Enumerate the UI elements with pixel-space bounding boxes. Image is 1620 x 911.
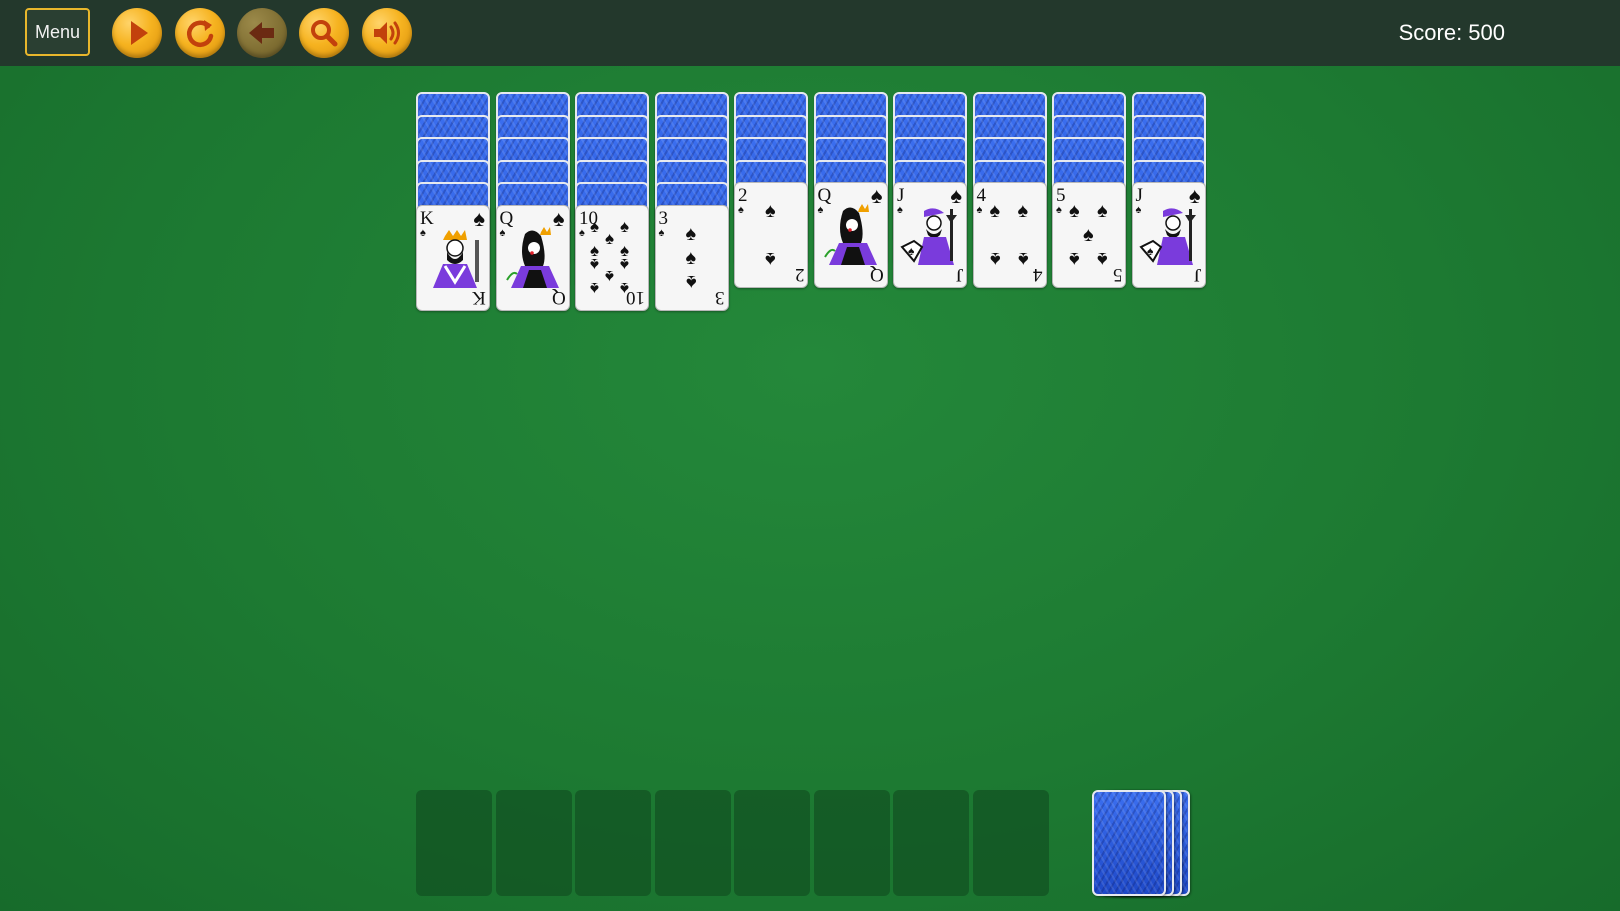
card-rank-bottom: 2 bbox=[794, 264, 805, 285]
spade-pip-icon: ♠ bbox=[605, 266, 615, 286]
queen-figure-icon bbox=[823, 204, 877, 265]
spade-pip-icon: ♠ bbox=[590, 254, 600, 274]
queen-figure-icon bbox=[505, 226, 559, 288]
score-display: Score: 500 bbox=[1398, 20, 1505, 45]
svg-text:♠: ♠ bbox=[908, 244, 915, 258]
top-toolbar: Menu Score: 500 bbox=[0, 0, 1620, 66]
play-button[interactable] bbox=[112, 8, 162, 58]
spade-pip-icon: ♠ bbox=[685, 270, 697, 293]
spade-pip-icon: ♠ bbox=[1097, 200, 1108, 222]
restart-icon bbox=[186, 20, 214, 47]
card-Q-spades[interactable]: Q ♠ Q ♠ bbox=[813, 182, 888, 288]
spade-pip-icon: ♠ bbox=[765, 248, 776, 270]
spade-pip-icon: ♠ bbox=[605, 228, 615, 248]
card-K-spades[interactable]: K ♠ K ♠ bbox=[416, 204, 490, 311]
spade-pip-icon: ♠ bbox=[685, 246, 697, 269]
foundation-slot bbox=[893, 790, 969, 896]
spade-pip-icon: ♠ bbox=[620, 216, 630, 236]
hint-button[interactable] bbox=[299, 8, 349, 58]
restart-button[interactable] bbox=[175, 8, 225, 58]
card-Q-spades[interactable]: Q ♠ Q ♠ bbox=[495, 204, 570, 311]
spade-pip-icon: ♠ bbox=[685, 222, 697, 245]
suit-small-icon: ♠ bbox=[976, 204, 983, 216]
play-icon bbox=[131, 21, 148, 45]
suit-small-icon: ♠ bbox=[1056, 204, 1062, 216]
spade-pip-icon: ♠ bbox=[1069, 200, 1080, 222]
undo-arrow-icon bbox=[249, 22, 274, 44]
foundation-slot bbox=[575, 790, 651, 896]
sound-button[interactable] bbox=[362, 8, 412, 58]
foundation-slot bbox=[734, 790, 810, 896]
spade-pip-icon: ♠ bbox=[989, 248, 1001, 270]
foundation-slot bbox=[416, 790, 492, 896]
foundation-slot bbox=[495, 790, 572, 896]
speaker-icon bbox=[374, 21, 400, 45]
spade-pip-icon: ♠ bbox=[989, 200, 1001, 222]
spade-pip-icon: ♠ bbox=[620, 254, 630, 274]
magnifier-icon bbox=[311, 20, 338, 47]
suit-small-icon: ♠ bbox=[658, 226, 665, 239]
menu-button[interactable]: Menu bbox=[25, 8, 90, 56]
spade-pip-icon: ♠ bbox=[590, 278, 600, 298]
spade-pip-icon: ♠ bbox=[1017, 248, 1029, 270]
card-rank-bottom: 5 bbox=[1112, 264, 1123, 285]
card-5-spades[interactable]: 5 ♠ 5 ♠ ♠ ♠ ♠ ♠ bbox=[1052, 182, 1126, 288]
card-3-spades[interactable]: 3 ♠ 3 ♠ ♠ ♠ bbox=[654, 204, 729, 311]
spade-pip-icon: ♠ bbox=[1017, 200, 1029, 222]
spade-pip-icon: ♠ bbox=[590, 216, 600, 236]
card-rank-bottom: 4 bbox=[1033, 264, 1043, 285]
undo-button[interactable] bbox=[237, 8, 287, 58]
foundation-slot bbox=[972, 790, 1049, 896]
foundation-slot bbox=[654, 790, 731, 896]
suit-small-icon: ♠ bbox=[738, 204, 744, 216]
jack-figure-icon: ♠ bbox=[1138, 208, 1196, 265]
spade-pip-icon: ♠ bbox=[1069, 248, 1080, 270]
card-2-spades[interactable]: 2 ♠ 2 ♠ ♠ bbox=[734, 182, 808, 288]
spade-pip-icon: ♠ bbox=[1083, 224, 1094, 246]
card-rank-bottom: 3 bbox=[715, 286, 725, 308]
card-J-spades[interactable]: J ♠ J ♠ ♠ bbox=[893, 182, 967, 288]
spade-pip-icon: ♠ bbox=[1097, 248, 1108, 270]
svg-text:♠: ♠ bbox=[1147, 244, 1154, 258]
spade-pip-icon: ♠ bbox=[765, 200, 776, 222]
spade-pip-icon: ♠ bbox=[620, 278, 630, 298]
jack-figure-icon: ♠ bbox=[900, 208, 957, 265]
king-figure-icon bbox=[433, 229, 479, 288]
stock-card[interactable] bbox=[1092, 790, 1166, 896]
foundation-slot bbox=[813, 790, 890, 896]
card-10-spades[interactable]: 10 ♠ 10 ♠ ♠ ♠ ♠ ♠ ♠ ♠ ♠ ♠ ♠ bbox=[575, 204, 649, 311]
suit-small-icon: ♠ bbox=[579, 226, 585, 239]
card-J-spades[interactable]: J ♠ J ♠ ♠ bbox=[1131, 182, 1206, 288]
card-4-spades[interactable]: 4 ♠ 4 ♠ ♠ ♠ ♠ bbox=[972, 182, 1047, 288]
